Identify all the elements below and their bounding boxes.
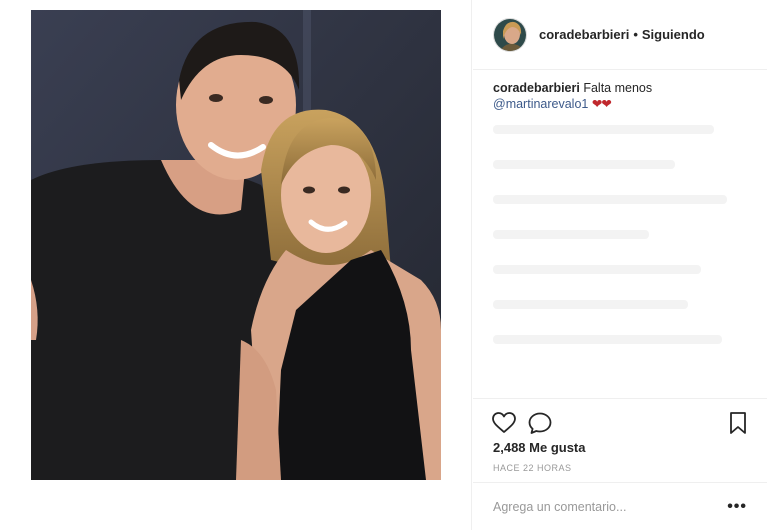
bookmark-icon[interactable] — [725, 411, 751, 435]
details-pane: coradebarbieri • Siguiendo coradebarbieri … — [473, 0, 767, 530]
post-photo[interactable] — [31, 10, 441, 480]
author-username[interactable]: coradebarbieri — [539, 27, 629, 42]
speech-bubble-icon[interactable] — [527, 411, 553, 435]
blurred-comment-line — [493, 335, 722, 344]
caption-mention[interactable]: @martinarevalo1 — [493, 97, 588, 111]
blurred-comments — [493, 125, 753, 395]
more-options-button[interactable]: ••• — [727, 498, 747, 516]
instagram-post: coradebarbieri • Siguiendo coradebarbieri … — [0, 0, 767, 530]
blurred-comment-line — [493, 300, 688, 309]
photo-illustration — [31, 10, 441, 480]
header-text: coradebarbieri • Siguiendo — [539, 27, 705, 42]
blurred-comment-line — [493, 160, 675, 169]
comment-input[interactable] — [493, 499, 728, 514]
caption-emoji: ❤❤ — [591, 97, 612, 111]
follow-status-button[interactable]: Siguiendo — [642, 27, 705, 42]
likes-count[interactable]: 2,488 Me gusta — [493, 440, 586, 455]
comment-bar: ••• — [473, 482, 767, 530]
caption-username[interactable]: coradebarbieri — [493, 81, 580, 95]
blurred-comment-line — [493, 230, 649, 239]
header-separator: • — [633, 27, 638, 42]
caption-text: Falta menos — [583, 81, 653, 95]
heart-outline-icon[interactable] — [491, 411, 517, 435]
photo-pane — [0, 0, 472, 530]
post-header: coradebarbieri • Siguiendo — [473, 0, 767, 70]
blurred-comment-line — [493, 195, 727, 204]
avatar[interactable] — [493, 17, 527, 52]
blurred-comment-line — [493, 265, 701, 274]
blurred-comment-line — [493, 125, 714, 134]
avatar-image — [494, 18, 526, 51]
post-caption: coradebarbieri Falta menos @martinareval… — [493, 80, 753, 112]
post-timestamp[interactable]: HACE 22 HORAS — [493, 463, 572, 473]
